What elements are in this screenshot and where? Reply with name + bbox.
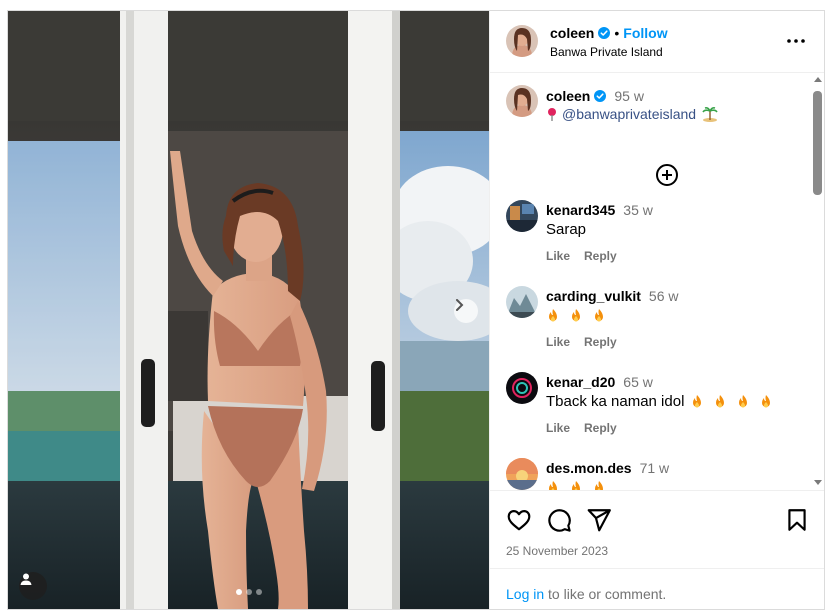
- post-dialog: coleen • Follow Banwa Private Island col…: [7, 10, 825, 610]
- comment-reply-button[interactable]: Reply: [584, 335, 617, 349]
- commenter-avatar[interactable]: [506, 200, 538, 232]
- fire-emoji-group: [690, 393, 782, 410]
- fire-icon: [736, 394, 750, 410]
- fire-icon: [569, 308, 583, 324]
- carousel-dot-3: [256, 589, 262, 595]
- comment-item: des.mon.des 71 w: [506, 458, 796, 490]
- comment-header: carding_vulkit 56 w: [546, 288, 679, 304]
- author-username[interactable]: coleen: [550, 25, 594, 41]
- comment-text: [546, 479, 615, 490]
- fire-icon: [759, 394, 773, 410]
- post-date[interactable]: 25 November 2023: [506, 544, 608, 558]
- avatar-image: [506, 200, 538, 232]
- caption-author-avatar[interactable]: [506, 85, 538, 117]
- login-link[interactable]: Log in: [506, 586, 544, 602]
- carousel-dot-1: [236, 589, 242, 595]
- comment-text: Sarap: [546, 221, 587, 238]
- share-icon[interactable]: [586, 507, 612, 533]
- comment-text: [546, 307, 615, 324]
- chevron-right-icon: [456, 299, 464, 311]
- comment-actions: Like Reply: [546, 335, 617, 349]
- tagged-users-button[interactable]: [19, 572, 47, 600]
- comments-scrollbar[interactable]: [813, 77, 822, 485]
- post-header: coleen • Follow Banwa Private Island: [490, 11, 824, 73]
- add-circle-icon[interactable]: [655, 163, 679, 187]
- avatar-image: [506, 85, 538, 117]
- post-photo: [8, 11, 489, 609]
- comment-header: kenard345 35 w: [546, 202, 653, 218]
- carousel-dot-2: [246, 589, 252, 595]
- next-photo-button[interactable]: [454, 299, 478, 323]
- island-icon: [702, 107, 718, 122]
- post-actions: 25 November 2023 Log in to like or comme…: [490, 490, 824, 609]
- location-link[interactable]: Banwa Private Island: [550, 45, 663, 59]
- avatar-image: [506, 372, 538, 404]
- comment-item: kenar_d20 65 w Tback ka naman idol Like …: [506, 372, 796, 452]
- comment-time[interactable]: 35 w: [623, 202, 653, 218]
- avatar-image: [506, 25, 538, 57]
- commenter-avatar[interactable]: [506, 458, 538, 490]
- fire-icon: [569, 480, 583, 490]
- post-side-panel: coleen • Follow Banwa Private Island col…: [489, 11, 824, 609]
- fire-icon: [713, 394, 727, 410]
- author-row: coleen • Follow: [550, 25, 668, 41]
- comments-section[interactable]: coleen 95 w @banwaprivateisland kenard34…: [490, 73, 824, 490]
- comment-item: kenard345 35 w Sarap Like Reply: [506, 200, 796, 280]
- comment-time[interactable]: 71 w: [640, 460, 670, 476]
- commenter-avatar[interactable]: [506, 286, 538, 318]
- verified-icon: [594, 90, 607, 102]
- comment-icon[interactable]: [546, 507, 572, 533]
- comment-actions: Like Reply: [546, 421, 617, 435]
- comment-username[interactable]: kenard345: [546, 202, 615, 218]
- carousel-indicator: [236, 589, 262, 595]
- comment-header: kenar_d20 65 w: [546, 374, 653, 390]
- author-avatar[interactable]: [506, 25, 538, 57]
- post-media: [8, 11, 489, 609]
- comment-time[interactable]: 65 w: [623, 374, 653, 390]
- caption-mention[interactable]: @banwaprivateisland: [562, 106, 696, 122]
- caption-header: coleen 95 w: [546, 88, 644, 104]
- login-prompt-text: to like or comment.: [544, 586, 667, 602]
- comment-text-content: Tback ka naman idol: [546, 393, 685, 411]
- follow-button[interactable]: Follow: [623, 25, 667, 41]
- avatar-image: [506, 286, 538, 318]
- comment-reply-button[interactable]: Reply: [584, 249, 617, 263]
- comment-header: des.mon.des 71 w: [546, 460, 669, 476]
- caption-time[interactable]: 95 w: [614, 88, 644, 104]
- comment-username[interactable]: des.mon.des: [546, 460, 632, 476]
- heart-icon[interactable]: [506, 507, 532, 533]
- fire-icon: [592, 308, 606, 324]
- comment-username[interactable]: kenar_d20: [546, 374, 615, 390]
- scroll-up-arrow[interactable]: [814, 77, 822, 82]
- scroll-thumb[interactable]: [813, 91, 822, 195]
- user-tag-icon: [20, 573, 32, 585]
- caption-username[interactable]: coleen: [546, 88, 590, 104]
- comment-item: carding_vulkit 56 w Like Reply: [506, 286, 796, 366]
- comment-reply-button[interactable]: Reply: [584, 421, 617, 435]
- fire-emoji-group: [546, 307, 615, 324]
- comment-text: Tback ka naman idol: [546, 393, 782, 410]
- caption-text: @banwaprivateisland: [546, 106, 718, 122]
- fire-icon: [546, 308, 560, 324]
- bookmark-icon[interactable]: [784, 507, 810, 533]
- commenter-avatar[interactable]: [506, 372, 538, 404]
- fire-emoji-group: [546, 479, 615, 490]
- comment-actions: Like Reply: [546, 249, 617, 263]
- more-options-icon[interactable]: [786, 33, 806, 49]
- verified-icon: [598, 27, 611, 39]
- fire-icon: [546, 480, 560, 490]
- comment-like-button[interactable]: Like: [546, 249, 570, 263]
- fire-icon: [690, 394, 704, 410]
- header-separator: •: [614, 25, 620, 41]
- fire-icon: [592, 480, 606, 490]
- comment-like-button[interactable]: Like: [546, 421, 570, 435]
- login-prompt: Log in to like or comment.: [490, 568, 824, 609]
- scroll-down-arrow[interactable]: [814, 480, 822, 485]
- comment-time[interactable]: 56 w: [649, 288, 679, 304]
- avatar-image: [506, 458, 538, 490]
- pin-icon: [548, 107, 556, 121]
- comment-like-button[interactable]: Like: [546, 335, 570, 349]
- comment-username[interactable]: carding_vulkit: [546, 288, 641, 304]
